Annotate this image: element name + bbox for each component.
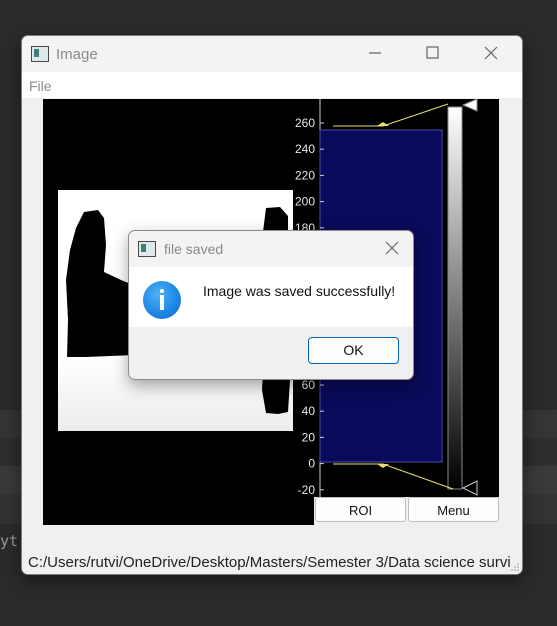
- minimize-icon: [369, 52, 381, 54]
- dialog-app-icon: [138, 241, 156, 257]
- histogram-tick-label: 60: [302, 378, 316, 392]
- ok-button[interactable]: OK: [308, 337, 399, 364]
- window-titlebar[interactable]: Image: [22, 36, 522, 72]
- dialog-close-button[interactable]: [374, 231, 410, 267]
- menu-button[interactable]: Menu: [408, 497, 499, 522]
- status-bar: C:/Users/rutvi/OneDrive/Desktop/Masters/…: [22, 553, 522, 574]
- histogram-tick-label: 260: [295, 116, 315, 130]
- close-button[interactable]: [468, 36, 514, 72]
- histogram-tick-label: -20: [298, 483, 316, 497]
- app-icon: [31, 46, 49, 62]
- histogram-tick-label: 240: [295, 142, 315, 156]
- dialog-title: file saved: [164, 241, 224, 257]
- close-icon: [385, 241, 399, 255]
- minimize-button[interactable]: [352, 36, 398, 72]
- histogram-tick-label: 20: [302, 430, 316, 444]
- file-saved-dialog[interactable]: file saved Image was saved successfully!…: [128, 230, 414, 380]
- close-icon: [484, 46, 498, 60]
- level-line-bottom: [333, 463, 454, 490]
- maximize-button[interactable]: [409, 36, 455, 72]
- histogram-tick-label: 0: [308, 457, 315, 471]
- histogram-tick-label: 200: [295, 195, 315, 209]
- file-path-label: C:/Users/rutvi/OneDrive/Desktop/Masters/…: [28, 554, 511, 571]
- maximize-icon: [426, 46, 439, 59]
- dialog-titlebar[interactable]: file saved: [129, 231, 413, 267]
- dialog-body: Image was saved successfully!: [129, 267, 413, 327]
- background-code-text: yt: [0, 532, 19, 550]
- gradient-handle-top: [461, 98, 478, 112]
- info-icon: [143, 281, 181, 319]
- window-title: Image: [56, 46, 98, 63]
- roi-button[interactable]: ROI: [315, 497, 406, 522]
- resize-grip-icon[interactable]: [510, 562, 520, 572]
- histogram-tick-label: 40: [302, 404, 316, 418]
- gradient-bar: [447, 106, 463, 490]
- level-handle-top: [377, 122, 389, 126]
- menu-bar: File: [22, 72, 522, 98]
- dialog-message: Image was saved successfully!: [203, 283, 396, 299]
- gradient-handle-bottom: [461, 480, 478, 496]
- level-line-top: [333, 103, 449, 127]
- histogram-tick-label: 220: [295, 168, 315, 182]
- menu-file[interactable]: File: [29, 78, 52, 94]
